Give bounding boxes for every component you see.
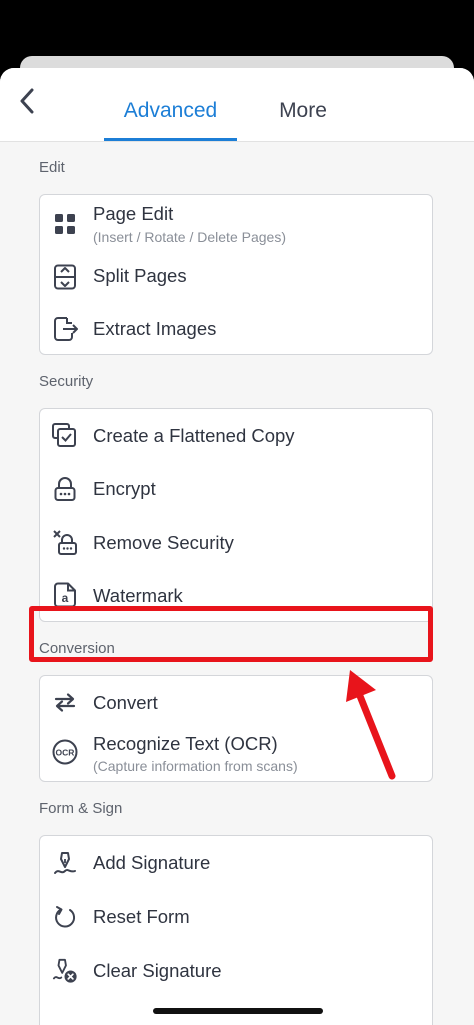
convert-icon bbox=[52, 689, 78, 715]
section-label-form-sign: Form & Sign bbox=[39, 800, 123, 817]
ocr-icon: OCR bbox=[52, 739, 78, 765]
watermark-label: Watermark bbox=[93, 585, 183, 606]
ocr-item[interactable]: OCR Recognize Text (OCR) (Capture inform… bbox=[40, 729, 432, 782]
encrypt-item[interactable]: Encrypt bbox=[40, 462, 432, 516]
ocr-label: Recognize Text (OCR) bbox=[93, 733, 278, 754]
lock-icon bbox=[52, 476, 78, 502]
convert-label: Convert bbox=[93, 692, 158, 713]
page-edit-item[interactable]: Page Edit (Insert / Rotate / Delete Page… bbox=[40, 195, 432, 253]
section-label-security: Security bbox=[39, 373, 94, 390]
edit-card: Page Edit (Insert / Rotate / Delete Page… bbox=[39, 194, 433, 355]
remove-security-label: Remove Security bbox=[93, 532, 234, 553]
section-label-edit: Edit bbox=[39, 159, 65, 176]
tools-sheet: Advanced More Edit Page Edit (Insert / R… bbox=[0, 68, 474, 1025]
remove-security-item[interactable]: Remove Security bbox=[40, 516, 432, 569]
clear-signature-label: Clear Signature bbox=[93, 960, 222, 981]
back-button[interactable] bbox=[10, 84, 44, 118]
tab-more[interactable]: More bbox=[262, 98, 344, 124]
section-label-conversion: Conversion bbox=[39, 640, 115, 657]
split-pages-label: Split Pages bbox=[93, 265, 187, 286]
encrypt-label: Encrypt bbox=[93, 478, 156, 499]
watermark-icon-glyph: a bbox=[62, 591, 69, 605]
clear-signature-icon bbox=[52, 958, 78, 984]
reset-form-label: Reset Form bbox=[93, 906, 190, 927]
split-pages-icon bbox=[52, 264, 78, 290]
ocr-icon-glyph: OCR bbox=[56, 748, 75, 758]
reset-form-item[interactable]: Reset Form bbox=[40, 890, 432, 944]
grid-icon bbox=[52, 211, 78, 237]
security-card: Create a Flattened Copy Encrypt Remove S… bbox=[39, 408, 433, 622]
extract-images-label: Extract Images bbox=[93, 318, 217, 339]
split-pages-item[interactable]: Split Pages bbox=[40, 253, 432, 303]
page-edit-sublabel: (Insert / Rotate / Delete Pages) bbox=[93, 229, 286, 245]
ocr-sublabel: (Capture information from scans) bbox=[93, 758, 298, 774]
add-signature-item[interactable]: Add Signature bbox=[40, 836, 432, 890]
extract-icon bbox=[52, 315, 78, 341]
add-signature-label: Add Signature bbox=[93, 852, 211, 873]
extract-images-item[interactable]: Extract Images bbox=[40, 303, 432, 355]
convert-item[interactable]: Convert bbox=[40, 676, 432, 729]
tab-advanced[interactable]: Advanced bbox=[104, 98, 237, 124]
signature-icon bbox=[52, 850, 78, 876]
conversion-card: Convert OCR Recognize Text (OCR) (Captur… bbox=[39, 675, 433, 782]
flattened-copy-label: Create a Flattened Copy bbox=[93, 425, 295, 446]
reset-icon bbox=[52, 904, 78, 930]
watermark-icon: a bbox=[52, 582, 78, 608]
flatten-icon bbox=[52, 422, 78, 448]
unlock-icon bbox=[52, 529, 78, 555]
page-edit-label: Page Edit bbox=[93, 203, 174, 224]
clear-signature-item[interactable]: Clear Signature bbox=[40, 944, 432, 998]
chevron-left-icon bbox=[20, 88, 34, 114]
active-tab-indicator bbox=[104, 138, 237, 141]
tab-header: Advanced More bbox=[0, 68, 474, 142]
home-indicator bbox=[153, 1008, 323, 1014]
form-sign-card: Add Signature Reset Form Clear Signature bbox=[39, 835, 433, 1025]
watermark-item[interactable]: a Watermark bbox=[40, 569, 432, 622]
flattened-copy-item[interactable]: Create a Flattened Copy bbox=[40, 409, 432, 462]
